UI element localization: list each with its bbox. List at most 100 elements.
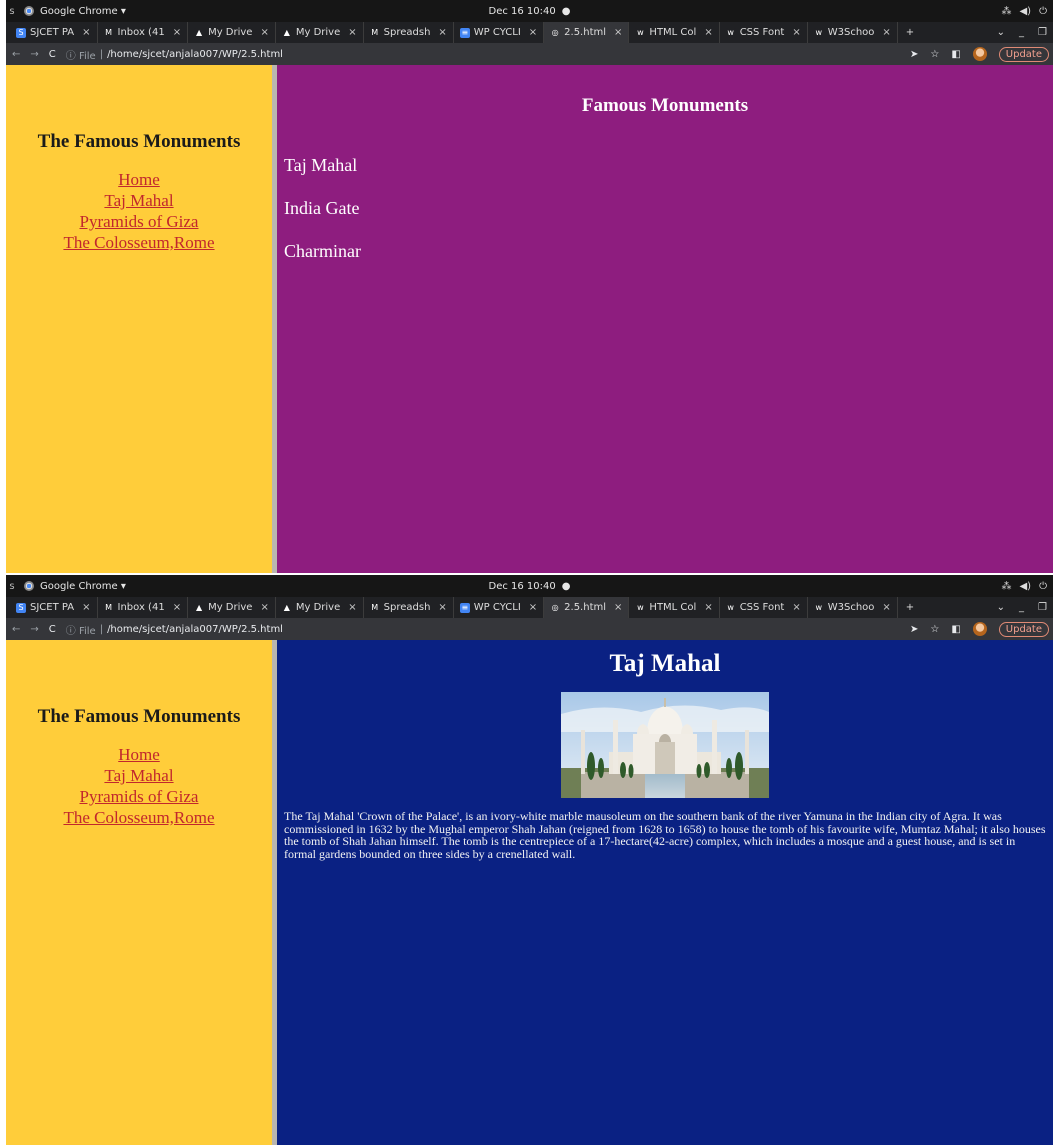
browser-tab[interactable]: w CSS Font × <box>720 22 808 43</box>
browser-tab[interactable]: ≡ WP CYCLI × <box>454 597 545 618</box>
minimize-icon[interactable]: _ <box>1019 602 1024 613</box>
browser-tab[interactable]: S SJCET PA × <box>10 22 98 43</box>
tab-close-icon[interactable]: × <box>348 602 356 613</box>
tab-close-icon[interactable]: × <box>792 27 800 38</box>
new-tab-button[interactable]: + <box>898 22 922 43</box>
screenshot-taj-mahal: s Google Chrome ▾ Dec 16 10:40 ● ⁂ ◀) ⏻ … <box>6 575 1053 1145</box>
back-icon[interactable]: ← <box>12 624 20 635</box>
nav-link-colosseum[interactable]: The Colosseum,Rome <box>63 807 214 828</box>
browser-tab[interactable]: ≡ WP CYCLI × <box>454 22 545 43</box>
tab-close-icon[interactable]: × <box>348 27 356 38</box>
tab-label: WP CYCLI <box>473 27 521 38</box>
browser-tab[interactable]: S SJCET PA × <box>10 597 98 618</box>
tab-close-icon[interactable]: × <box>529 602 537 613</box>
nav-link-home[interactable]: Home <box>118 169 160 190</box>
page-viewport: The Famous Monuments Home Taj Mahal Pyra… <box>6 640 1053 1145</box>
volume-icon[interactable]: ◀) <box>1019 581 1031 592</box>
tab-favicon-icon: w <box>635 602 646 613</box>
browser-tab[interactable]: w W3Schoo × <box>808 597 898 618</box>
tab-close-icon[interactable]: × <box>704 27 712 38</box>
back-icon[interactable]: ← <box>12 49 20 60</box>
page-heading: Famous Monuments <box>581 95 749 116</box>
nav-link-taj-mahal[interactable]: Taj Mahal <box>104 190 173 211</box>
tab-close-icon[interactable]: × <box>882 602 890 613</box>
tab-close-icon[interactable]: × <box>529 27 537 38</box>
tab-close-icon[interactable]: × <box>792 602 800 613</box>
site-info-button[interactable]: ⓘ File <box>66 47 96 62</box>
reload-icon[interactable]: C <box>49 49 56 60</box>
update-button[interactable]: Update <box>998 46 1049 62</box>
tab-close-icon[interactable]: × <box>260 27 268 38</box>
clock[interactable]: Dec 16 10:40 <box>489 581 556 592</box>
nav-link-taj-mahal[interactable]: Taj Mahal <box>104 765 173 786</box>
side-panel-icon[interactable]: ◧ <box>951 624 960 635</box>
profile-avatar[interactable] <box>972 622 987 636</box>
browser-tab[interactable]: ▲ My Drive × <box>276 597 364 618</box>
tab-close-icon[interactable]: × <box>882 27 890 38</box>
browser-tab[interactable]: ▲ My Drive × <box>188 597 276 618</box>
site-info-button[interactable]: ⓘ File <box>66 622 96 637</box>
tab-close-icon[interactable]: × <box>614 27 622 38</box>
minimize-icon[interactable]: _ <box>1019 27 1024 38</box>
browser-tab[interactable]: ▲ My Drive × <box>188 22 276 43</box>
power-icon[interactable]: ⏻ <box>1039 6 1047 17</box>
bookmark-star-icon[interactable]: ☆ <box>930 49 939 60</box>
browser-tab[interactable]: ◎ 2.5.html × <box>544 22 630 43</box>
side-panel-icon[interactable]: ◧ <box>951 49 960 60</box>
share-icon[interactable]: ➤ <box>910 49 918 60</box>
browser-tab[interactable]: w W3Schoo × <box>808 22 898 43</box>
url-text[interactable]: /home/sjcet/anjala007/WP/2.5.html <box>107 49 283 60</box>
tab-strip: S SJCET PA × M Inbox (41 × ▲ My Drive × ▲ My Drive… <box>6 22 1053 43</box>
tab-close-icon[interactable]: × <box>614 602 622 613</box>
power-icon[interactable]: ⏻ <box>1039 581 1047 592</box>
browser-tab[interactable]: w HTML Col × <box>629 597 720 618</box>
reload-icon[interactable]: C <box>49 624 56 635</box>
tab-close-icon[interactable]: × <box>704 602 712 613</box>
nav-link-pyramids[interactable]: Pyramids of Giza <box>80 211 199 232</box>
tab-label: W3Schoo <box>827 602 875 613</box>
browser-tab[interactable]: M Inbox (41 × <box>98 597 189 618</box>
tab-close-icon[interactable]: × <box>438 27 446 38</box>
tab-close-icon[interactable]: × <box>82 602 90 613</box>
url-text[interactable]: /home/sjcet/anjala007/WP/2.5.html <box>107 624 283 635</box>
tab-close-icon[interactable]: × <box>82 27 90 38</box>
restore-icon[interactable]: ❐ <box>1038 602 1047 613</box>
new-tab-button[interactable]: + <box>898 597 922 618</box>
monument-list: Taj Mahal India Gate Charminar <box>277 154 1053 262</box>
nav-link-colosseum[interactable]: The Colosseum,Rome <box>63 232 214 253</box>
tab-label: HTML Col <box>649 602 697 613</box>
update-button[interactable]: Update <box>998 621 1049 637</box>
network-icon[interactable]: ⁂ <box>1001 6 1011 17</box>
browser-tab[interactable]: w HTML Col × <box>629 22 720 43</box>
volume-icon[interactable]: ◀) <box>1019 6 1031 17</box>
tab-close-icon[interactable]: × <box>173 602 181 613</box>
browser-tab[interactable]: w CSS Font × <box>720 597 808 618</box>
list-item: Taj Mahal <box>284 155 358 175</box>
record-indicator: ● <box>561 5 571 17</box>
tab-favicon-icon: ◎ <box>550 602 561 613</box>
nav-link-home[interactable]: Home <box>118 744 160 765</box>
tab-favicon-icon: ▲ <box>194 602 205 613</box>
tab-search-icon[interactable]: ⌄ <box>997 602 1005 613</box>
screenshot-famous-monuments: s Google Chrome ▾ Dec 16 10:40 ● ⁂ ◀) ⏻ … <box>6 0 1053 573</box>
restore-icon[interactable]: ❐ <box>1038 27 1047 38</box>
network-icon[interactable]: ⁂ <box>1001 581 1011 592</box>
browser-tab[interactable]: M Spreadsh × <box>364 22 454 43</box>
browser-tab[interactable]: ▲ My Drive × <box>276 22 364 43</box>
profile-avatar[interactable] <box>972 47 987 61</box>
tab-close-icon[interactable]: × <box>438 602 446 613</box>
forward-icon[interactable]: → <box>30 624 38 635</box>
browser-tab[interactable]: ◎ 2.5.html × <box>544 597 630 618</box>
tab-label: 2.5.html <box>564 27 607 38</box>
forward-icon[interactable]: → <box>30 49 38 60</box>
share-icon[interactable]: ➤ <box>910 624 918 635</box>
nav-link-pyramids[interactable]: Pyramids of Giza <box>80 786 199 807</box>
tab-close-icon[interactable]: × <box>260 602 268 613</box>
bookmark-star-icon[interactable]: ☆ <box>930 624 939 635</box>
browser-tab[interactable]: M Inbox (41 × <box>98 22 189 43</box>
tab-search-icon[interactable]: ⌄ <box>997 27 1005 38</box>
browser-tab[interactable]: M Spreadsh × <box>364 597 454 618</box>
clock[interactable]: Dec 16 10:40 <box>489 6 556 17</box>
tab-label: 2.5.html <box>564 602 607 613</box>
tab-close-icon[interactable]: × <box>173 27 181 38</box>
